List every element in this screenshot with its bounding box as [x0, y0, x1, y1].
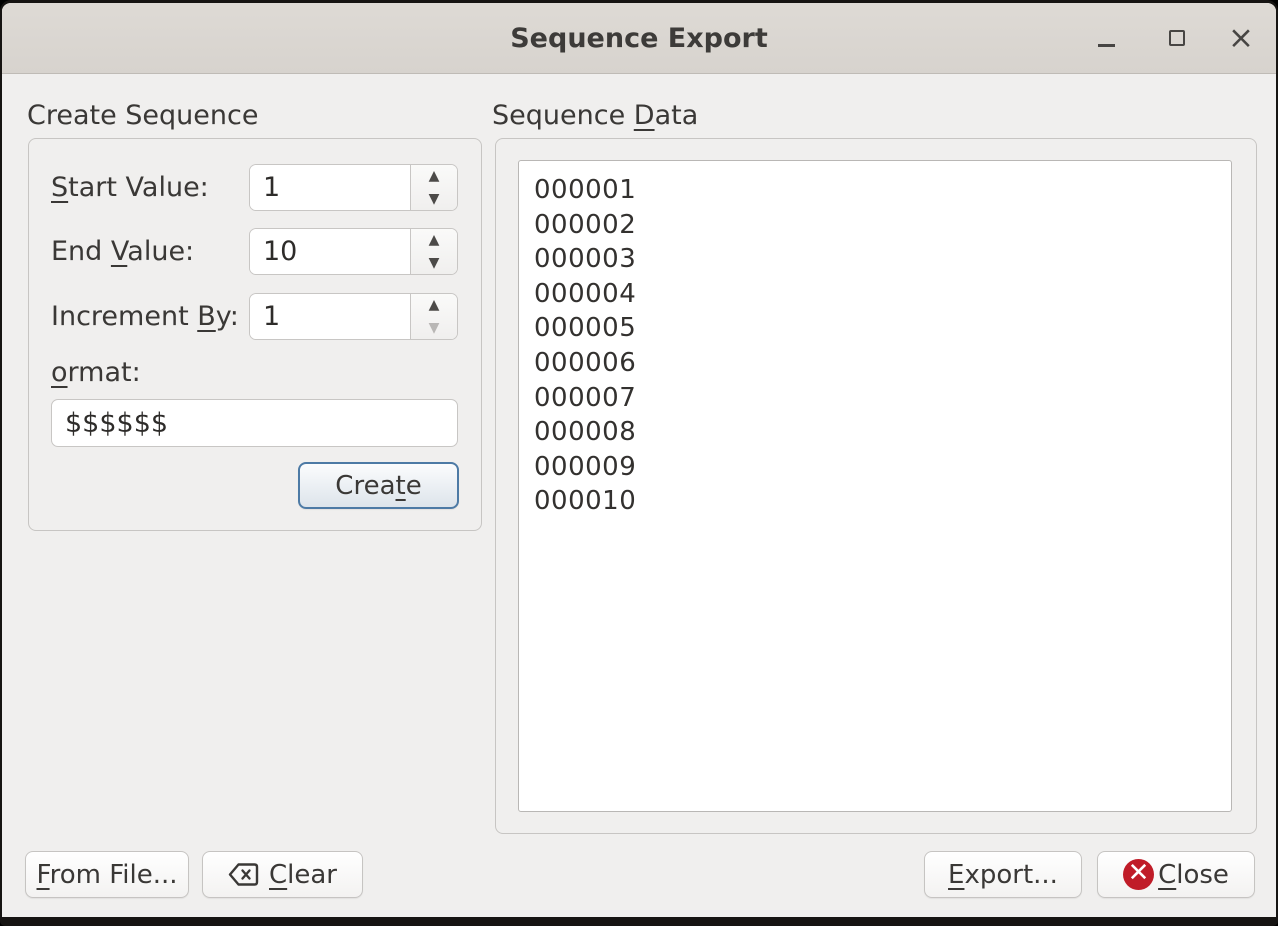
clear-backspace-icon — [228, 862, 259, 887]
label-part: e — [406, 471, 422, 501]
titlebar[interactable]: Sequence Export × — [2, 3, 1276, 74]
spin-button-column: ▲ ▼ — [410, 165, 457, 210]
spin-down-icon: ▼ — [429, 192, 440, 206]
list-item[interactable]: 000002 — [534, 208, 1231, 243]
end-value-spinbox: ▲ ▼ — [249, 228, 458, 275]
minimize-icon — [1098, 44, 1115, 47]
minimize-button[interactable] — [1093, 3, 1119, 73]
label-part: Sequence — [492, 100, 634, 131]
increment-spin-up-button[interactable]: ▲ — [411, 294, 457, 317]
from-file-button[interactable]: From File... — [25, 851, 189, 898]
label-mnemonic: F — [37, 860, 50, 890]
increment-by-spinbox: ▲ ▼ — [249, 293, 458, 340]
label-mnemonic: B — [197, 301, 216, 332]
list-item[interactable]: 000001 — [534, 173, 1231, 208]
button-label: From File... — [37, 860, 178, 890]
start-value-spinbox: ▲ ▼ — [249, 164, 458, 211]
spin-up-icon: ▲ — [429, 298, 440, 312]
format-label: ormat: — [51, 357, 141, 388]
increment-spin-down-button: ▼ — [411, 317, 457, 340]
start-value-input[interactable] — [250, 165, 410, 210]
end-value-label: End Value: — [51, 228, 194, 275]
list-item[interactable]: 000009 — [534, 450, 1231, 485]
dialog-content: Create Sequence Start Value: ▲ ▼ End Val… — [2, 74, 1276, 916]
maximize-button[interactable] — [1164, 3, 1190, 73]
label-mnemonic: D — [634, 100, 655, 131]
close-button[interactable]: ✕ Close — [1097, 851, 1255, 898]
sequence-data-groupbox: 000001 000002 000003 000004 000005 00000… — [495, 138, 1257, 834]
label-mnemonic: C — [269, 860, 287, 890]
spin-up-icon: ▲ — [429, 233, 440, 247]
clear-button[interactable]: Clear — [202, 851, 363, 898]
format-input[interactable] — [51, 399, 458, 447]
label-mnemonic: C — [1158, 860, 1176, 890]
increment-by-input[interactable] — [250, 294, 410, 339]
close-window-icon: × — [1228, 23, 1254, 54]
create-sequence-groupbox: Start Value: ▲ ▼ End Value: — [28, 138, 482, 531]
label-part: xport... — [964, 860, 1057, 890]
label-part: y: — [216, 301, 239, 332]
create-sequence-heading: Create Sequence — [27, 100, 258, 131]
spin-button-column: ▲ ▼ — [410, 294, 457, 339]
label-mnemonic: V — [111, 236, 127, 267]
label-part: rom File... — [50, 860, 178, 890]
start-value-spin-down-button[interactable]: ▼ — [411, 188, 457, 211]
heading-text: Create Sequence — [27, 100, 258, 131]
label-mnemonic: o — [51, 357, 68, 388]
end-value-input[interactable] — [250, 229, 410, 274]
list-item[interactable]: 000010 — [534, 484, 1231, 519]
label-part: End — [51, 236, 111, 267]
end-value-spin-up-button[interactable]: ▲ — [411, 229, 457, 252]
list-item[interactable]: 000008 — [534, 415, 1231, 450]
sequence-export-dialog: Sequence Export × Create Sequence Start … — [0, 0, 1278, 926]
start-value-label: Start Value: — [51, 164, 209, 211]
end-value-spin-down-button[interactable]: ▼ — [411, 252, 457, 275]
list-item[interactable]: 000004 — [534, 277, 1231, 312]
maximize-icon — [1169, 30, 1185, 46]
list-item[interactable]: 000005 — [534, 311, 1231, 346]
list-item[interactable]: 000007 — [534, 381, 1231, 416]
label-part: Increment — [51, 301, 197, 332]
label-part: alue: — [127, 236, 194, 267]
button-label: Export... — [948, 860, 1058, 890]
start-value-spin-up-button[interactable]: ▲ — [411, 165, 457, 188]
spin-down-icon: ▼ — [429, 321, 440, 335]
sequence-data-heading: Sequence Data — [492, 100, 698, 131]
list-item[interactable]: 000006 — [534, 346, 1231, 381]
label-part: rmat: — [68, 357, 141, 388]
label-mnemonic: t — [396, 471, 406, 501]
label-part: tart Value: — [68, 172, 209, 203]
spin-down-icon: ▼ — [429, 256, 440, 270]
label-part: lear — [287, 860, 337, 890]
spin-button-column: ▲ ▼ — [410, 229, 457, 274]
increment-by-label: Increment By: — [51, 293, 239, 340]
create-button[interactable]: Create — [298, 462, 459, 509]
label-part: Crea — [335, 471, 395, 501]
label-mnemonic: E — [948, 860, 964, 890]
list-item[interactable]: 000003 — [534, 242, 1231, 277]
export-button[interactable]: Export... — [924, 851, 1082, 898]
label-part: ata — [655, 100, 699, 131]
button-label: Close — [1158, 860, 1229, 890]
sequence-list[interactable]: 000001 000002 000003 000004 000005 00000… — [518, 160, 1232, 812]
close-window-button[interactable]: × — [1228, 3, 1254, 73]
label-mnemonic: S — [51, 172, 68, 203]
close-dialog-icon: ✕ — [1123, 859, 1154, 890]
spin-up-icon: ▲ — [429, 169, 440, 183]
label-part: lose — [1176, 860, 1229, 890]
window-title: Sequence Export — [2, 3, 1276, 74]
button-label: Clear — [269, 860, 337, 890]
button-label: Create — [335, 471, 421, 501]
